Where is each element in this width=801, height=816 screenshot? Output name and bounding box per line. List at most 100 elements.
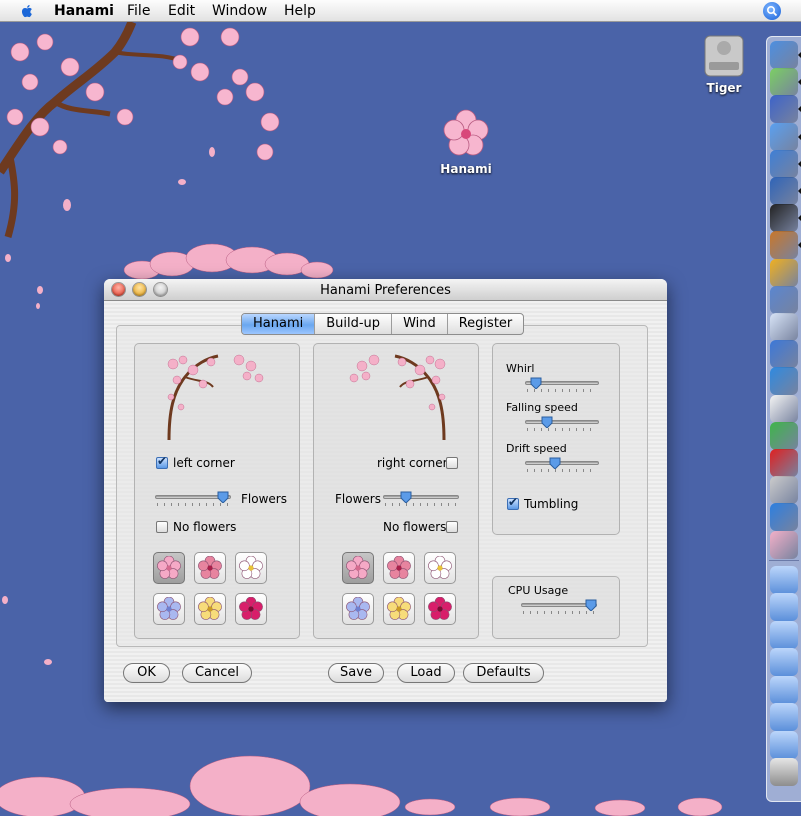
flower-icon bbox=[157, 556, 181, 579]
left-flower-color-button[interactable] bbox=[153, 593, 185, 625]
tab-register[interactable]: Register bbox=[448, 314, 524, 334]
dock bbox=[766, 36, 801, 802]
flower-icon bbox=[428, 556, 452, 579]
window-titlebar[interactable]: Hanami Preferences bbox=[104, 279, 667, 301]
menu-help[interactable]: Help bbox=[284, 3, 316, 19]
right-flower-color-button[interactable] bbox=[383, 552, 415, 584]
flower-icon bbox=[387, 556, 411, 579]
menu-bar: Hanami File Edit Window Help bbox=[0, 0, 801, 22]
slider-knob[interactable] bbox=[549, 457, 561, 469]
textedit-icon[interactable] bbox=[770, 394, 798, 423]
cube-icon[interactable] bbox=[770, 449, 798, 477]
desktop-icon-label: Tiger bbox=[706, 81, 742, 95]
right-flower-color-button[interactable] bbox=[424, 593, 456, 625]
ie-icon[interactable] bbox=[770, 149, 798, 178]
cpu-usage-slider[interactable] bbox=[521, 599, 597, 615]
ok-button[interactable]: OK bbox=[123, 663, 170, 683]
desktop-icon-hanami[interactable]: Hanami bbox=[436, 108, 496, 176]
finder-icon[interactable] bbox=[770, 41, 798, 69]
slider-knob[interactable] bbox=[541, 416, 553, 428]
right-no-flowers-label: No flowers bbox=[383, 520, 447, 534]
save-button[interactable]: Save bbox=[328, 663, 384, 683]
drift-speed-slider[interactable] bbox=[525, 457, 599, 473]
whirl-slider[interactable] bbox=[525, 377, 599, 393]
menu-file[interactable]: File bbox=[127, 3, 150, 19]
left-no-flowers-checkbox[interactable] bbox=[156, 521, 168, 533]
thunderbird-icon[interactable] bbox=[770, 177, 798, 205]
mail-icon[interactable] bbox=[770, 95, 798, 124]
cherry-blossom-icon bbox=[443, 109, 489, 156]
flower-icon bbox=[346, 556, 370, 579]
dp-icon[interactable] bbox=[770, 503, 798, 532]
itunes-icon[interactable] bbox=[770, 68, 798, 97]
left-corner-checkbox[interactable] bbox=[156, 454, 168, 469]
slider-knob[interactable] bbox=[400, 491, 412, 503]
flower-icon bbox=[198, 597, 222, 620]
quicktime-icon[interactable] bbox=[770, 367, 798, 396]
cpu-usage-label: CPU Usage bbox=[508, 584, 569, 597]
right-flower-color-button[interactable] bbox=[342, 552, 374, 584]
right-flowers-label: Flowers bbox=[335, 492, 381, 506]
folder-icon[interactable] bbox=[770, 648, 798, 677]
ical-icon[interactable] bbox=[770, 313, 798, 341]
desktop-icon-label: Hanami bbox=[440, 162, 492, 176]
desktop-folder-icon[interactable] bbox=[770, 730, 798, 759]
cancel-button[interactable]: Cancel bbox=[182, 663, 252, 683]
xcode-icon[interactable] bbox=[770, 285, 798, 314]
flower-icon bbox=[387, 597, 411, 620]
flower-icon bbox=[198, 556, 222, 579]
tab-bar: Hanami Build-up Wind Register bbox=[241, 313, 525, 335]
dock-separator bbox=[769, 559, 799, 561]
safari-icon[interactable] bbox=[770, 122, 798, 151]
left-flower-color-button[interactable] bbox=[235, 552, 267, 584]
pictures-folder-icon[interactable] bbox=[770, 675, 798, 704]
tab-hanami[interactable]: Hanami bbox=[242, 314, 316, 334]
right-corner-panel: right corner Flowers No flowers bbox=[313, 343, 479, 639]
iphoto-icon[interactable] bbox=[770, 231, 798, 260]
right-corner-checkbox[interactable] bbox=[446, 457, 458, 469]
right-corner-label: right corner bbox=[377, 456, 448, 470]
left-no-flowers-label: No flowers bbox=[173, 520, 237, 534]
menu-window[interactable]: Window bbox=[212, 3, 267, 19]
right-flowers-slider[interactable] bbox=[383, 491, 459, 507]
load-button[interactable]: Load bbox=[397, 663, 455, 683]
tab-build-up[interactable]: Build-up bbox=[315, 314, 393, 334]
left-flower-color-button[interactable] bbox=[153, 552, 185, 584]
terminal-icon[interactable] bbox=[770, 204, 798, 233]
calculator-icon[interactable] bbox=[770, 476, 798, 505]
spotlight-icon[interactable] bbox=[763, 2, 781, 20]
slider-knob[interactable] bbox=[530, 377, 542, 389]
left-flower-color-button[interactable] bbox=[194, 552, 226, 584]
slider-knob[interactable] bbox=[217, 491, 229, 503]
downloads-folder-icon[interactable] bbox=[770, 703, 798, 732]
home-folder-icon[interactable] bbox=[770, 565, 798, 594]
left-flower-color-button[interactable] bbox=[235, 593, 267, 625]
ichat-icon[interactable] bbox=[770, 421, 798, 450]
documents-folder-icon[interactable] bbox=[770, 620, 798, 649]
right-flower-color-button[interactable] bbox=[424, 552, 456, 584]
left-flowers-label: Flowers bbox=[241, 492, 287, 506]
right-no-flowers-checkbox[interactable] bbox=[446, 521, 458, 533]
menu-app-name[interactable]: Hanami bbox=[54, 3, 114, 19]
applications-folder-icon[interactable] bbox=[770, 593, 798, 622]
preferences-window: Hanami Preferences left corner Flowers N… bbox=[104, 279, 667, 702]
right-flower-color-button[interactable] bbox=[383, 593, 415, 625]
trash-icon[interactable] bbox=[770, 758, 798, 787]
defaults-button[interactable]: Defaults bbox=[463, 663, 544, 683]
left-flower-color-button[interactable] bbox=[194, 593, 226, 625]
falling-speed-slider[interactable] bbox=[525, 416, 599, 432]
tab-wind[interactable]: Wind bbox=[392, 314, 448, 334]
tumbling-checkbox[interactable] bbox=[507, 495, 519, 510]
sunflower-icon[interactable] bbox=[770, 258, 798, 287]
apple-menu-icon[interactable] bbox=[18, 2, 36, 20]
menu-edit[interactable]: Edit bbox=[168, 3, 195, 19]
tumbling-label: Tumbling bbox=[524, 497, 579, 511]
desktop-icon-tiger[interactable]: Tiger bbox=[694, 32, 754, 95]
right-flower-color-button[interactable] bbox=[342, 593, 374, 625]
slider-knob[interactable] bbox=[585, 599, 597, 611]
falling-speed-label: Falling speed bbox=[506, 401, 578, 414]
flower-icon bbox=[428, 597, 452, 620]
left-flowers-slider[interactable] bbox=[155, 491, 231, 507]
preview-icon[interactable] bbox=[770, 340, 798, 369]
hanami-icon[interactable] bbox=[770, 530, 798, 559]
